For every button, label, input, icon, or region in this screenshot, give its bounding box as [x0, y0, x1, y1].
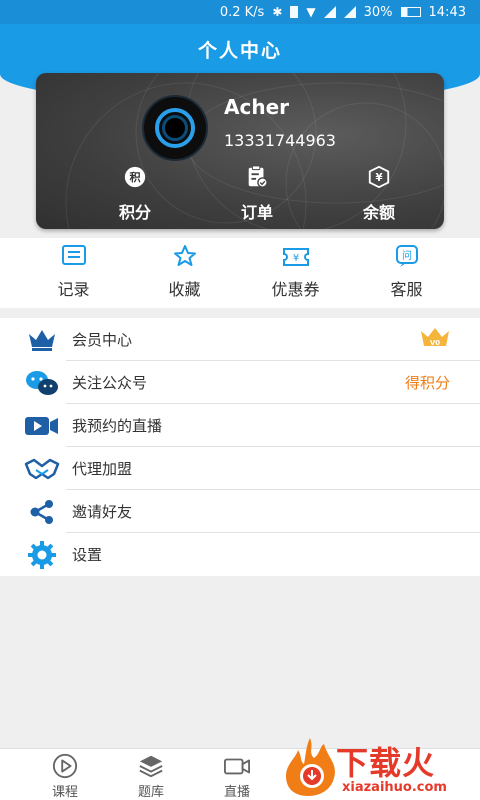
menu-label: 关注公众号 [72, 374, 148, 392]
menu-label: 我预约的直播 [72, 417, 163, 435]
quick-link-customer-service[interactable]: 问 客服 [351, 238, 462, 308]
signal-icon [323, 6, 336, 18]
stat-balance[interactable]: ¥ 余额 [318, 165, 440, 223]
battery-percent: 30% [363, 4, 393, 20]
network-speed: 0.2 K/s [219, 4, 265, 20]
earn-points-text: 得积分 [404, 374, 450, 392]
tab-live[interactable]: 直播 [194, 749, 280, 800]
svg-text:¥: ¥ [292, 253, 298, 264]
svg-text:¥: ¥ [375, 173, 382, 184]
tab-label: 题库 [137, 785, 164, 800]
quick-link-label: 优惠券 [271, 280, 320, 299]
quick-links: 记录 收藏 ¥ 优惠券 问 客服 [0, 238, 480, 308]
menu-list: 会员中心 V0 关注公众号 得积分 我预约的直播 代理加盟 邀请好友 设置 [0, 318, 480, 576]
menu-label: 邀请好友 [72, 503, 133, 521]
stat-label: 订单 [240, 203, 273, 222]
avatar[interactable] [142, 95, 208, 161]
balance-icon: ¥ [367, 165, 391, 189]
tab-label: 课程 [51, 785, 78, 800]
svg-text:积: 积 [129, 170, 140, 184]
user-phone: 13331744963 [224, 131, 336, 150]
vibrate-icon [290, 6, 299, 18]
watermark-title: 下载火 [336, 744, 436, 782]
clock: 14:43 [428, 4, 466, 20]
profile-stats: 积 积分 订单 ¥ 余额 [74, 165, 440, 223]
status-bar: 0.2 K/s ✱ ▼ 30% 14:43 [0, 0, 480, 24]
watermark: 下载火 xiazaihuo.com [280, 736, 480, 800]
watermark-url: xiazaihuo.com [342, 780, 447, 795]
quick-link-coupon[interactable]: ¥ 优惠券 [240, 238, 351, 308]
menu-item-booked-live[interactable]: 我预约的直播 [0, 404, 480, 447]
bluetooth-icon: ✱ [272, 5, 283, 19]
wechat-icon [24, 368, 60, 398]
camera-icon [224, 758, 250, 775]
menu-item-member-center[interactable]: 会员中心 V0 [0, 318, 480, 361]
quick-link-label: 记录 [57, 280, 90, 299]
menu-item-follow-account[interactable]: 关注公众号 得积分 [0, 361, 480, 404]
customer-service-icon: 问 [395, 245, 418, 267]
menu-label: 设置 [72, 546, 103, 564]
play-icon [52, 753, 78, 779]
tab-courses[interactable]: 课程 [22, 749, 108, 800]
quick-link-label: 收藏 [168, 280, 201, 299]
wifi-icon: ▼ [306, 5, 316, 19]
stat-label: 积分 [118, 203, 151, 222]
menu-item-invite-friends[interactable]: 邀请好友 [0, 490, 480, 533]
star-icon [173, 245, 196, 266]
stat-label: 余额 [362, 203, 395, 222]
page-title: 个人中心 [197, 40, 282, 62]
user-name: Acher [224, 95, 289, 119]
battery-icon [400, 7, 421, 17]
stat-points[interactable]: 积 积分 [74, 165, 196, 223]
handshake-icon [24, 454, 60, 484]
flame-logo-icon [286, 738, 335, 796]
video-icon [24, 411, 60, 441]
record-icon [61, 245, 86, 265]
menu-label: 代理加盟 [72, 460, 133, 478]
vip-level-badge: V0 [418, 326, 452, 354]
coupon-icon: ¥ [282, 248, 309, 266]
menu-item-settings[interactable]: 设置 [0, 533, 480, 576]
stat-orders[interactable]: 订单 [196, 165, 318, 223]
tab-question-bank[interactable]: 题库 [108, 749, 194, 800]
menu-label: 会员中心 [72, 331, 133, 349]
tab-label: 直播 [223, 785, 250, 800]
layers-icon [139, 755, 163, 778]
profile-card: Acher 13331744963 积 积分 订单 ¥ 余额 [36, 73, 444, 229]
svg-text:问: 问 [402, 249, 412, 262]
order-icon [245, 165, 269, 189]
signal-icon-2 [343, 6, 356, 18]
points-icon: 积 [123, 165, 147, 189]
quick-link-favorites[interactable]: 收藏 [129, 238, 240, 308]
gear-icon [24, 540, 60, 570]
quick-link-record[interactable]: 记录 [18, 238, 129, 308]
menu-item-agent-join[interactable]: 代理加盟 [0, 447, 480, 490]
quick-link-label: 客服 [390, 280, 423, 299]
svg-text:V0: V0 [430, 339, 440, 347]
share-icon [24, 497, 60, 527]
crown-icon [24, 325, 60, 355]
